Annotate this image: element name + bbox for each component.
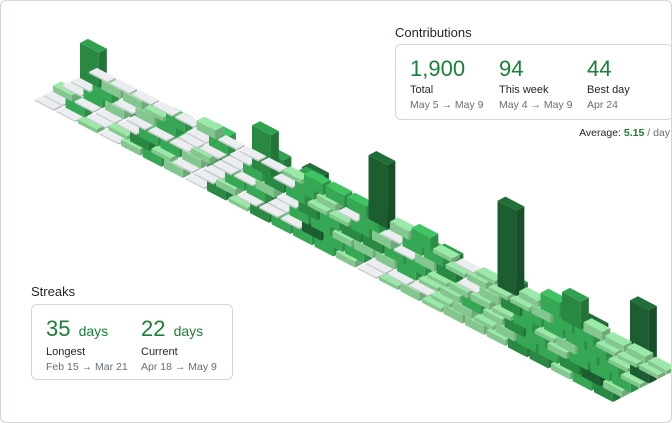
- current-streak-range: Apr 18 → May 9: [141, 361, 217, 373]
- this-week-range: May 4 → May 9: [499, 99, 573, 111]
- longest-streak-number: 35: [46, 316, 71, 341]
- current-streak-value: 22 days: [141, 317, 217, 343]
- contribution-block: [368, 151, 396, 229]
- best-day-stat: 44 Best day Apr 24: [587, 56, 630, 112]
- longest-streak-stat: 35 days Longest Feb 15 → Mar 21: [46, 317, 128, 374]
- this-week-label: This week: [499, 84, 549, 96]
- current-streak-label: Current: [141, 346, 178, 358]
- contributions-card: 1,900 Total May 5 → May 9 94 This week M…: [395, 44, 671, 120]
- isometric-contributions-panel: Contributions 1,900 Total May 5 → May 9 …: [0, 0, 672, 423]
- longest-streak-unit: days: [78, 323, 109, 339]
- average-unit: / day: [647, 127, 670, 139]
- best-day-range: Apr 24: [587, 99, 618, 111]
- total-label: Total: [410, 84, 434, 96]
- best-day-label: Best day: [587, 84, 630, 96]
- best-day-value: 44: [587, 56, 612, 81]
- streaks-card: 35 days Longest Feb 15 → Mar 21 22 days …: [31, 304, 233, 380]
- contribution-block: [497, 196, 525, 297]
- total-stat: 1,900 Total May 5 → May 9: [410, 56, 484, 112]
- average-value: 5.15: [623, 127, 645, 139]
- current-streak-number: 22: [141, 316, 166, 341]
- streaks-title: Streaks: [31, 284, 76, 299]
- current-streak-stat: 22 days Current Apr 18 → May 9: [141, 317, 217, 374]
- total-range: May 5 → May 9: [410, 99, 484, 111]
- current-streak-unit: days: [173, 323, 204, 339]
- longest-streak-value: 35 days: [46, 317, 128, 343]
- average-label: Average:: [579, 127, 621, 139]
- longest-streak-range: Feb 15 → Mar 21: [46, 361, 128, 373]
- contributions-title: Contributions: [395, 25, 472, 40]
- this-week-value: 94: [499, 56, 524, 81]
- total-value: 1,900: [410, 56, 466, 81]
- longest-streak-label: Longest: [46, 346, 86, 358]
- average-per-day: Average: 5.15 / day: [579, 127, 670, 139]
- this-week-stat: 94 This week May 4 → May 9: [499, 56, 573, 112]
